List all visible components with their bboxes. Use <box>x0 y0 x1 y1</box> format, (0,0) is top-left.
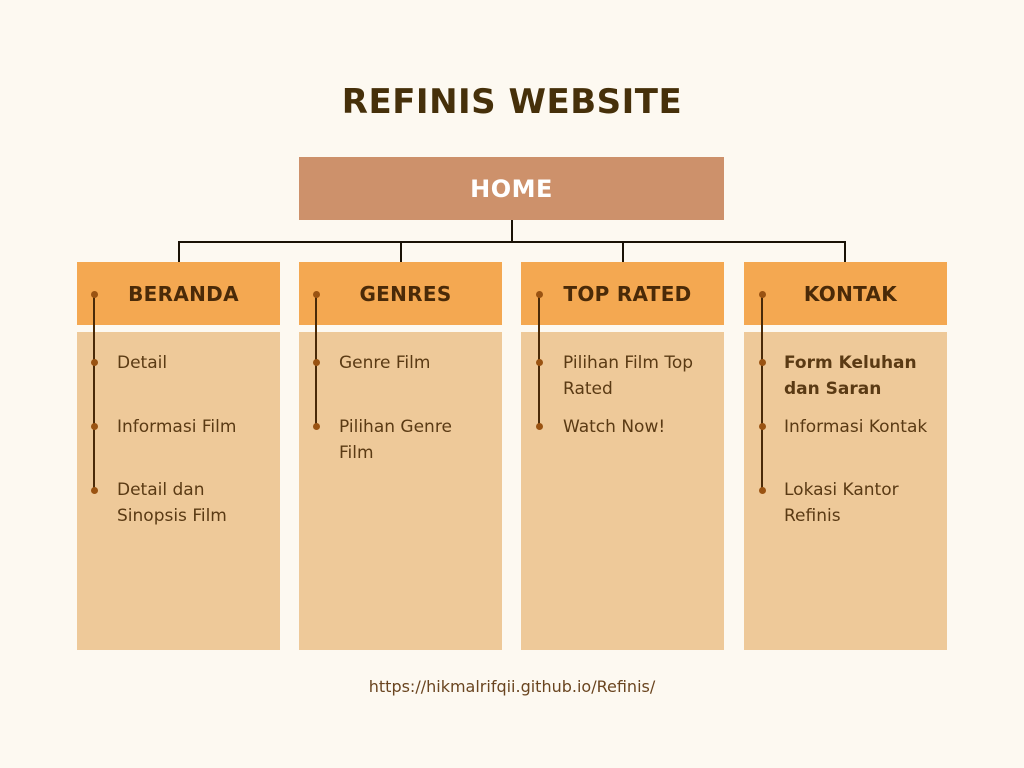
bullet-dot <box>536 423 543 430</box>
timeline-line-kontak <box>761 294 763 491</box>
bullet-dot <box>759 291 766 298</box>
bullet-dot <box>313 423 320 430</box>
page-title: REFINIS WEBSITE <box>341 82 683 122</box>
bullet-dot <box>91 291 98 298</box>
column-header-label: TOP RATED <box>563 281 692 306</box>
bullet-dot <box>759 359 766 366</box>
bullet-dot <box>759 487 766 494</box>
column-header-beranda: BERANDA <box>77 262 280 325</box>
column-header-top-rated: TOP RATED <box>521 262 724 325</box>
column-header-genres: GENRES <box>299 262 502 325</box>
list-item: Pilihan Film Top Rated <box>563 353 694 399</box>
column-header-label: BERANDA <box>128 281 239 306</box>
timeline-line-beranda <box>93 294 95 491</box>
list-item: Detail dan Sinopsis Film <box>117 480 227 526</box>
column-body-genres <box>299 332 502 650</box>
bullet-dot <box>536 359 543 366</box>
bullet-dot <box>91 359 98 366</box>
list-item: Pilihan Genre Film <box>339 417 452 463</box>
home-node: HOME <box>299 157 724 220</box>
list-item: Genre Film <box>339 353 431 373</box>
list-item: Lokasi Kantor Refinis <box>784 480 899 526</box>
column-header-kontak: KONTAK <box>744 262 947 325</box>
bullet-dot <box>759 423 766 430</box>
footer-url: https://hikmalrifqii.github.io/Refinis/ <box>368 677 656 696</box>
bullet-dot <box>313 359 320 366</box>
list-item: Informasi Film <box>117 417 237 437</box>
bullet-dot <box>91 487 98 494</box>
bullet-dot <box>536 291 543 298</box>
column-header-label: KONTAK <box>803 281 898 306</box>
home-label: HOME <box>470 174 553 203</box>
list-item: Informasi Kontak <box>784 417 928 437</box>
list-item: Detail <box>117 353 168 373</box>
column-header-label: GENRES <box>359 281 452 306</box>
bullet-dot <box>313 291 320 298</box>
list-item: Watch Now! <box>563 417 666 437</box>
list-item: Form Keluhan dan Saran <box>784 353 917 399</box>
bullet-dot <box>91 423 98 430</box>
